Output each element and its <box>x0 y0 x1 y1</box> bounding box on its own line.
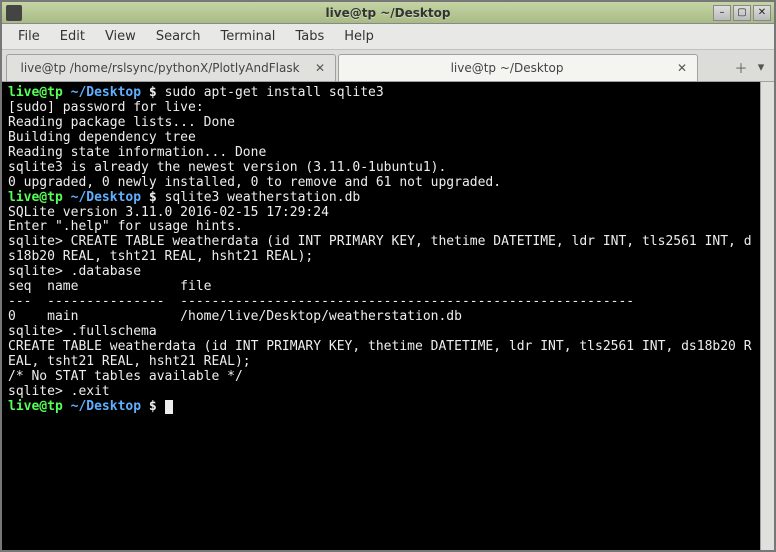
tab-plotly-flask[interactable]: live@tp /home/rslsync/pythonX/PlotlyAndF… <box>6 54 336 81</box>
terminal-scrollbar[interactable] <box>760 82 774 550</box>
window-controls: – ▢ ✕ <box>713 5 771 21</box>
prompt-user-host: live@tp <box>8 190 63 205</box>
terminal-window: live@tp ~/Desktop – ▢ ✕ File Edit View S… <box>0 0 776 552</box>
cursor <box>165 400 173 414</box>
prompt-path: ~/Desktop <box>71 190 141 205</box>
window-title: live@tp ~/Desktop <box>2 6 774 20</box>
menu-search[interactable]: Search <box>146 25 211 48</box>
prompt-path: ~/Desktop <box>71 399 141 414</box>
terminal-wrap: live@tp ~/Desktop $ sudo apt-get install… <box>2 82 774 550</box>
prompt-user-host: live@tp <box>8 399 63 414</box>
terminal-output[interactable]: live@tp ~/Desktop $ sudo apt-get install… <box>2 82 760 550</box>
output-text: [sudo] password for live: Reading packag… <box>8 100 501 190</box>
tab-close-icon[interactable]: ✕ <box>313 61 327 75</box>
prompt-path: ~/Desktop <box>71 85 141 100</box>
menu-file[interactable]: File <box>8 25 50 48</box>
tab-desktop[interactable]: live@tp ~/Desktop ✕ <box>338 54 698 81</box>
new-tab-button[interactable]: ＋ <box>732 59 750 77</box>
command-text: sqlite3 weatherstation.db <box>165 190 361 205</box>
tab-menu-button[interactable]: ▾ <box>752 59 770 77</box>
close-button[interactable]: ✕ <box>753 5 771 21</box>
tab-label: live@tp ~/Desktop <box>347 61 667 75</box>
titlebar[interactable]: live@tp ~/Desktop – ▢ ✕ <box>2 2 774 24</box>
tab-strip-controls: ＋ ▾ <box>732 54 774 81</box>
menu-help[interactable]: Help <box>334 25 384 48</box>
maximize-button[interactable]: ▢ <box>733 5 751 21</box>
minimize-button[interactable]: – <box>713 5 731 21</box>
prompt-user-host: live@tp <box>8 85 63 100</box>
menu-view[interactable]: View <box>95 25 146 48</box>
menu-tabs[interactable]: Tabs <box>285 25 334 48</box>
menu-edit[interactable]: Edit <box>50 25 95 48</box>
menubar: File Edit View Search Terminal Tabs Help <box>2 24 774 50</box>
output-text: SQLite version 3.11.0 2016-02-15 17:29:2… <box>8 205 752 399</box>
command-text: sudo apt-get install sqlite3 <box>165 85 384 100</box>
tab-strip: live@tp /home/rslsync/pythonX/PlotlyAndF… <box>2 50 774 82</box>
tab-label: live@tp /home/rslsync/pythonX/PlotlyAndF… <box>15 61 305 75</box>
tab-close-icon[interactable]: ✕ <box>675 61 689 75</box>
menu-terminal[interactable]: Terminal <box>210 25 285 48</box>
